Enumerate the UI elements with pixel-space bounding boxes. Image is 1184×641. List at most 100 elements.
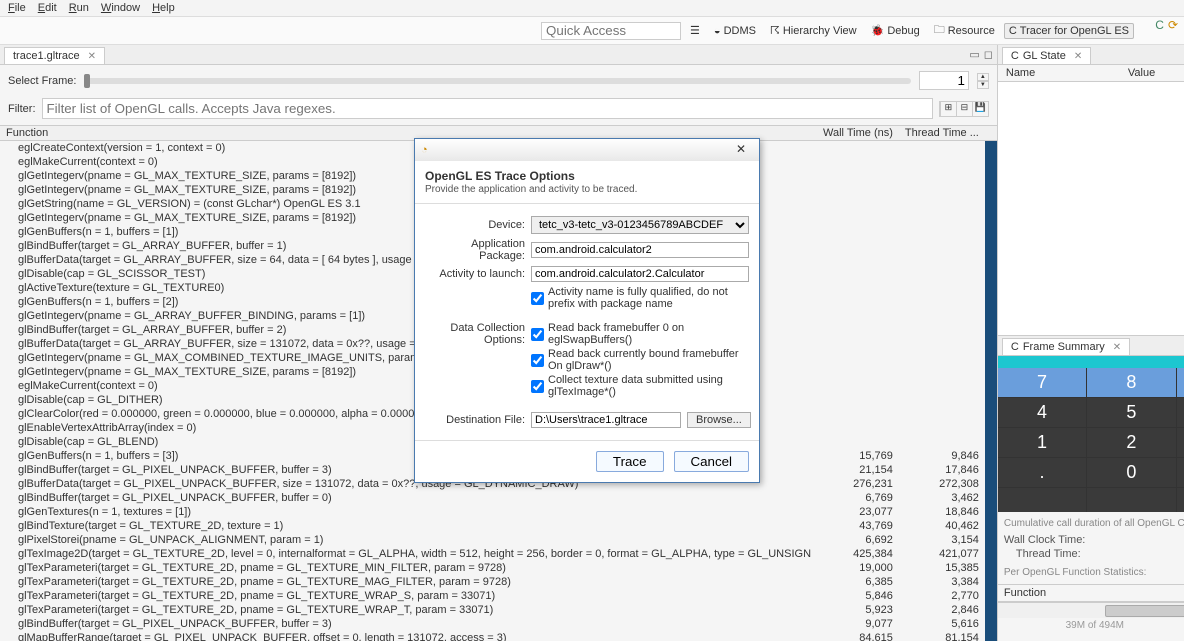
close-icon[interactable]: ✕ <box>88 51 96 62</box>
close-icon[interactable]: ✕ <box>1113 342 1121 353</box>
frame-slider[interactable] <box>84 78 910 84</box>
table-row[interactable]: glTexParameteri(target = GL_TEXTURE_2D, … <box>0 603 997 617</box>
collect-tex-label: Collect texture data submitted using glT… <box>548 374 749 398</box>
perspective-debug[interactable]: 🐞 Debug <box>866 22 925 39</box>
table-row[interactable]: glGenTextures(n = 1, textures = [1])23,0… <box>0 505 997 519</box>
col-value[interactable]: Value <box>1120 65 1184 81</box>
package-label: Application Package: <box>425 238 525 262</box>
device-select[interactable]: tetc_v3-tetc_v3-0123456789ABCDEF <box>531 216 749 234</box>
calc-key: 6 <box>1177 398 1184 427</box>
dialog-titlebar[interactable]: ◔ ✕ <box>415 139 759 161</box>
dialog-close-icon[interactable]: ✕ <box>729 142 753 158</box>
perspective-toolbar: ☰ ◒ DDMS ☈ Hierarchy View 🐞 Debug 🗀 Reso… <box>0 17 1184 45</box>
qualified-label: Activity name is fully qualified, do not… <box>548 286 749 310</box>
framesummary-tab[interactable]: C Frame Summary ✕ <box>1002 338 1130 355</box>
perspective-tracer[interactable]: C Tracer for OpenGL ES <box>1004 23 1134 39</box>
view-toolbar: ⊞ ⊟ 💾 <box>939 101 989 117</box>
close-icon[interactable]: ✕ <box>1074 51 1082 62</box>
filter-input[interactable] <box>42 98 933 119</box>
refresh-icon[interactable]: C <box>1155 18 1164 32</box>
frame-input[interactable] <box>919 71 969 90</box>
calculator-preview: 789删除456÷123×.0=−+ <box>998 368 1184 512</box>
menu-run[interactable]: Run <box>69 2 89 14</box>
expand-icon[interactable]: ⊞ <box>940 102 956 116</box>
menu-edit[interactable]: Edit <box>38 2 57 14</box>
capture-preview-bar <box>998 356 1184 368</box>
browse-button[interactable]: Browse... <box>687 412 751 428</box>
perspective-label: Hierarchy View <box>783 25 857 37</box>
cancel-button[interactable]: Cancel <box>674 451 750 472</box>
col-threadtime[interactable]: Thread Time ... <box>899 126 985 141</box>
save-icon[interactable]: 💾 <box>972 102 988 116</box>
qualified-checkbox[interactable] <box>531 292 544 305</box>
calc-key: 0 <box>1087 458 1175 487</box>
destination-input[interactable] <box>531 412 681 428</box>
table-row[interactable]: glPixelStorei(pname = GL_UNPACK_ALIGNMEN… <box>0 533 997 547</box>
table-row[interactable]: glBindBuffer(target = GL_PIXEL_UNPACK_BU… <box>0 491 997 505</box>
collapse-icon[interactable]: ⊟ <box>956 102 972 116</box>
perspective-label: DDMS <box>724 25 756 37</box>
maximize-icon[interactable]: ◻ <box>984 48 993 61</box>
trace-tab-label: trace1.gltrace <box>13 50 80 62</box>
sync-icon[interactable]: ⟳ <box>1168 18 1178 32</box>
glstate-tab[interactable]: C GL State ✕ <box>1002 47 1091 64</box>
calc-key: 7 <box>998 368 1086 397</box>
dialog-icon: ◔ <box>421 144 428 156</box>
trace-tab-bar: trace1.gltrace ✕ ▭ ◻ <box>0 45 997 65</box>
calc-key <box>1177 488 1184 512</box>
collect-tex-checkbox[interactable] <box>531 380 544 393</box>
calc-key: 4 <box>998 398 1086 427</box>
calc-key: 5 <box>1087 398 1175 427</box>
stats-header: Function C... Wall Time... Th <box>998 584 1184 602</box>
calc-key: . <box>998 458 1086 487</box>
perspective-resource[interactable]: 🗀 Resource <box>929 19 1000 42</box>
table-row[interactable]: glTexParameteri(target = GL_TEXTURE_2D, … <box>0 575 997 589</box>
readback-draw-checkbox[interactable] <box>531 354 544 367</box>
activity-input[interactable] <box>531 266 749 282</box>
duration-label: Cumulative call duration of all OpenGL C… <box>1004 518 1184 529</box>
trace-options-dialog: ◔ ✕ OpenGL ES Trace Options Provide the … <box>414 138 760 483</box>
scrollbar-horizontal[interactable] <box>998 602 1184 618</box>
framesummary-label: Frame Summary <box>1023 341 1105 353</box>
calc-key: 8 <box>1087 368 1175 397</box>
perspective-label: Tracer for OpenGL ES <box>1020 25 1129 37</box>
collection-label: Data Collection Options: <box>425 322 525 346</box>
frame-selector: Select Frame: ▲▼ <box>0 65 997 96</box>
menu-file[interactable]: File <box>8 2 26 14</box>
readback-draw-label: Read back currently bound framebuffer On… <box>548 348 749 372</box>
table-row[interactable]: glTexImage2D(target = GL_TEXTURE_2D, lev… <box>0 547 997 561</box>
calc-key: = <box>1177 458 1184 487</box>
readback0-checkbox[interactable] <box>531 328 544 341</box>
calc-key: 2 <box>1087 428 1175 457</box>
trace-tab[interactable]: trace1.gltrace ✕ <box>4 47 105 64</box>
open-perspective-button[interactable]: ☰ <box>685 22 705 39</box>
table-row[interactable]: glTexParameteri(target = GL_TEXTURE_2D, … <box>0 589 997 603</box>
col-name[interactable]: Name <box>998 65 1120 81</box>
table-row[interactable]: glTexParameteri(target = GL_TEXTURE_2D, … <box>0 561 997 575</box>
table-row[interactable]: glBindTexture(target = GL_TEXTURE_2D, te… <box>0 519 997 533</box>
perspective-label: Resource <box>948 25 995 37</box>
dialog-subtitle: Provide the application and activity to … <box>425 184 637 195</box>
col-walltime[interactable]: Wall Time (ns) <box>817 126 899 141</box>
status-footer: 39M of 494M <box>0 620 1184 634</box>
menu-help[interactable]: Help <box>152 2 175 14</box>
package-input[interactable] <box>531 242 749 258</box>
col-thumb <box>985 126 997 141</box>
menu-window[interactable]: Window <box>101 2 140 14</box>
dialog-title-text: OpenGL ES Trace Options <box>425 169 575 183</box>
frame-spinner[interactable]: ▲▼ <box>977 73 989 89</box>
trace-button[interactable]: Trace <box>596 451 664 472</box>
perspective-ddms[interactable]: ◒ DDMS <box>709 23 761 39</box>
perspective-hierarchy[interactable]: ☈ Hierarchy View <box>765 22 862 39</box>
toolbar-extra: C ⟳ <box>1155 18 1178 32</box>
calc-key <box>1087 488 1175 512</box>
wallclock-label: Wall Clock Time: <box>1004 534 1086 546</box>
glstate-header: Name Value <box>998 65 1184 82</box>
threadtime-label: Thread Time: <box>1016 548 1081 560</box>
quick-access-input[interactable] <box>541 22 681 40</box>
col-function[interactable]: Function <box>998 585 1184 601</box>
readback0-label: Read back framebuffer 0 on eglSwapBuffer… <box>548 322 749 346</box>
glstate-tree[interactable] <box>998 82 1184 335</box>
calc-key: 3 <box>1177 428 1184 457</box>
minimize-icon[interactable]: ▭ <box>969 48 979 61</box>
